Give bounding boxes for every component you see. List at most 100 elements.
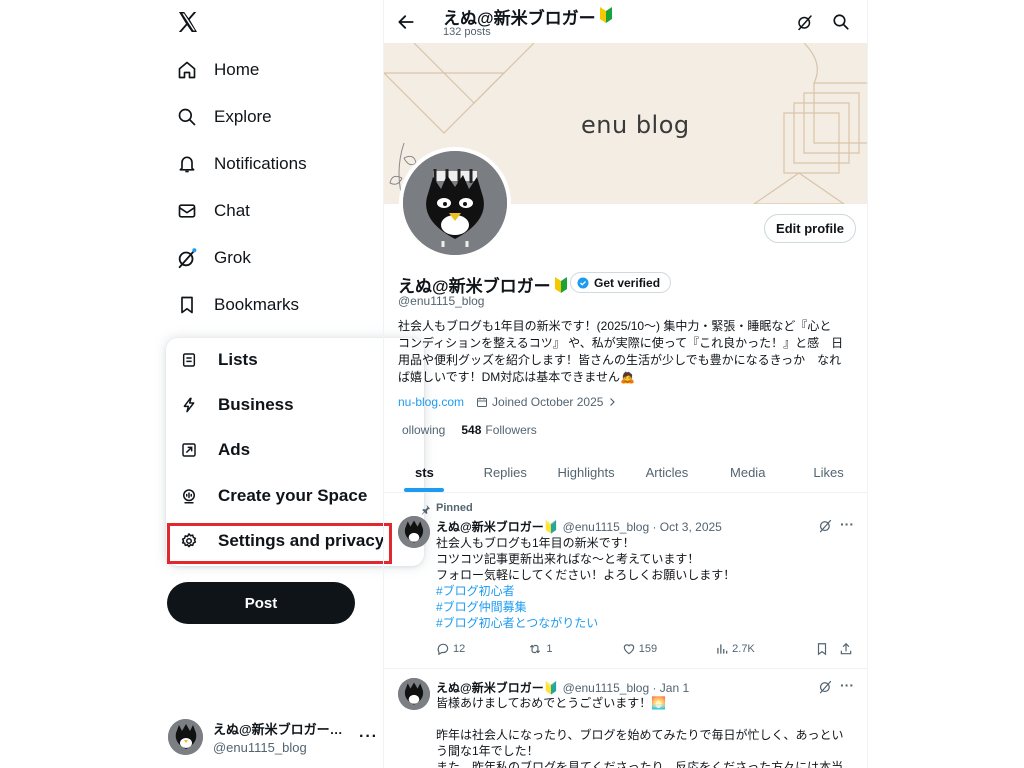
profile-bio: 社会人もブログも1年目の新米です！(2025/10〜) 集中力・緊張・睡眠など『…	[398, 319, 844, 384]
back-arrow-icon[interactable]	[396, 12, 416, 32]
profile-header-bar: えぬ@新米ブロガー 132 posts	[384, 0, 867, 43]
nav-label: Bookmarks	[214, 295, 300, 314]
heart-icon	[623, 644, 635, 655]
tweet-header: えぬ@新米ブロガー🔰 @enu1115_blog · Jan 1	[436, 679, 689, 696]
reply-icon	[437, 643, 449, 656]
views-button[interactable]: 2.7K	[715, 642, 815, 656]
nav-grok[interactable]: Grok	[168, 238, 259, 278]
grok-icon[interactable]	[818, 679, 834, 695]
tab-likes[interactable]: Likes	[788, 452, 867, 492]
more-icon[interactable]: ···	[840, 516, 854, 532]
verified-badge-icon	[577, 277, 589, 288]
following-link[interactable]: ollowing	[398, 423, 445, 437]
profile-avatar[interactable]	[399, 147, 511, 259]
nav-bookmarks[interactable]: Bookmarks	[168, 285, 307, 325]
bell-icon	[176, 153, 198, 175]
search-icon	[176, 106, 198, 128]
posts-count: 132 posts	[443, 26, 491, 38]
reply-button[interactable]: 12	[436, 642, 527, 656]
calendar-icon	[477, 397, 488, 407]
nav-chat[interactable]: Chat	[168, 191, 258, 231]
like-button[interactable]: 159	[622, 642, 715, 656]
tab-media[interactable]: Media	[707, 452, 788, 492]
repost-count: 1	[546, 643, 553, 655]
tweet-line: う間な1年でした！	[436, 744, 539, 758]
tweet[interactable]: Pinned えぬ@新米ブロガー🔰 @enu1115_blog · Oct 3,…	[384, 494, 867, 669]
share-button[interactable]	[839, 642, 856, 656]
tweet-actions: 12 1 159 2.7K	[436, 642, 856, 656]
more-icon[interactable]: ···	[359, 728, 378, 746]
bookmark-button[interactable]	[815, 642, 839, 656]
nav-home[interactable]: Home	[168, 50, 267, 90]
follow-counts: ollowing 548 Followers	[398, 423, 537, 437]
website-link[interactable]: nu-blog.com	[398, 395, 464, 409]
tweet-header: えぬ@新米ブロガー🔰 @enu1115_blog · Oct 3, 2025	[436, 518, 722, 535]
edit-profile-button[interactable]: Edit profile	[764, 214, 856, 243]
nav-label: Explore	[214, 107, 272, 126]
nav-label: Grok	[214, 248, 251, 267]
grok-icon[interactable]	[818, 518, 834, 534]
following-label: ollowing	[402, 423, 446, 437]
nav-notifications[interactable]: Notifications	[168, 144, 315, 184]
avatar[interactable]	[398, 516, 430, 548]
tweet[interactable]: えぬ@新米ブロガー🔰 @enu1115_blog · Jan 1 ··· 皆様あ…	[384, 670, 867, 768]
followers-label: Followers	[485, 423, 537, 437]
avatar[interactable]	[398, 678, 430, 710]
menu-label: Ads	[218, 440, 251, 459]
account-name: えぬ@新米ブロガー…	[212, 722, 343, 737]
tweet-line	[436, 711, 846, 727]
tweet-author[interactable]: えぬ@新米ブロガー🔰	[436, 679, 559, 696]
chevron-right-icon	[610, 398, 616, 406]
view-count: 2.7K	[732, 643, 755, 655]
joined-date: Joined October 2025	[476, 395, 618, 409]
hashtag-link[interactable]: #ブログ仲間募集	[436, 599, 846, 615]
search-icon[interactable]	[832, 13, 850, 31]
lightning-icon	[180, 396, 198, 414]
nav-label: Notifications	[214, 154, 307, 173]
tab-posts[interactable]: sts	[384, 452, 465, 492]
tab-highlights[interactable]: Highlights	[546, 452, 627, 492]
more-icon[interactable]: ···	[840, 677, 854, 693]
tweet-text: 皆様あけましておめでとうございます！🌅 昨年は社会人になったり、ブログを始めてみ…	[436, 695, 846, 768]
hashtag-link[interactable]: #ブログ初心者	[436, 583, 846, 599]
menu-label: Business	[218, 395, 294, 414]
tweet-meta: @enu1115_blog · Jan 1	[562, 680, 690, 695]
tweet-author[interactable]: えぬ@新米ブロガー🔰	[436, 518, 559, 535]
list-icon	[180, 351, 198, 369]
mail-icon	[176, 200, 198, 222]
avatar	[168, 719, 203, 755]
beginner-mark-icon	[554, 276, 567, 293]
nav-explore[interactable]: Explore	[168, 97, 280, 137]
tab-articles[interactable]: Articles	[626, 452, 707, 492]
x-logo-icon[interactable]	[176, 10, 200, 34]
post-button[interactable]: Post	[167, 582, 355, 624]
hashtag-link[interactable]: #ブログ初心者とつながりたい	[436, 615, 846, 631]
followers-link[interactable]: 548 Followers	[461, 423, 536, 437]
gear-icon	[180, 532, 198, 550]
tweet-line: 昨年は社会人になったり、ブログを始めてみたりで毎日が忙しく、あっとい	[436, 728, 844, 742]
repost-button[interactable]: 1	[527, 642, 621, 656]
tab-replies[interactable]: Replies	[465, 452, 546, 492]
tweet-line: 皆様あけましておめでとうございます！🌅	[436, 696, 667, 710]
banner-text: enu blog	[581, 111, 690, 139]
reply-count: 12	[453, 643, 466, 655]
profile-column: えぬ@新米ブロガー 132 posts enu blog Edit profil…	[383, 0, 868, 768]
grok-icon[interactable]	[796, 13, 814, 31]
get-verified-button[interactable]: Get verified	[570, 272, 672, 293]
nav-label: Home	[214, 60, 260, 79]
profile-handle: @enu1115_blog	[398, 294, 485, 308]
tweet-meta: @enu1115_blog · Oct 3, 2025	[562, 519, 722, 534]
share-icon	[840, 642, 852, 655]
account-switcher[interactable]: えぬ@新米ブロガー… @enu1115_blog ···	[168, 715, 378, 759]
menu-label: Settings and privacy	[218, 531, 385, 550]
nav-label: Chat	[214, 201, 250, 220]
tweet-line: また、昨年私のブログを見てくださったり、反応をくださった方々には本当	[436, 760, 844, 768]
menu-label: Create your Space	[218, 486, 368, 505]
bookmark-icon	[818, 643, 827, 656]
tweet-text: 社会人もブログも1年目の新米です！ コツコツ記事更新出来ればな〜と考えています！…	[436, 535, 846, 631]
profile-meta: nu-blog.com Joined October 2025	[398, 395, 618, 409]
home-icon	[176, 59, 198, 81]
repost-icon	[530, 644, 541, 654]
grok-icon	[176, 247, 198, 269]
tweet-line: コツコツ記事更新出来ればな〜と考えています！	[436, 552, 700, 566]
